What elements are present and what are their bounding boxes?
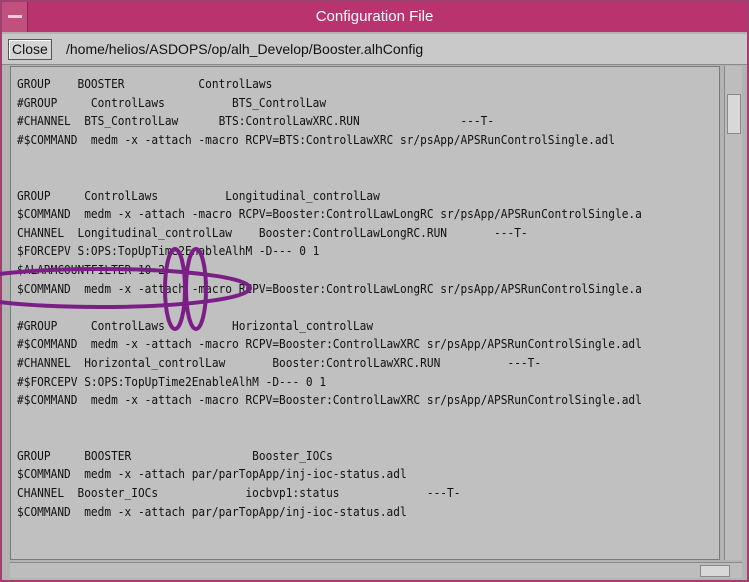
file-line: #GROUP ControlLaws Horizontal_controlLaw (17, 318, 374, 333)
file-line: $COMMAND medm -x -attach -macro RCPV=Boo… (17, 281, 642, 296)
horizontal-scroll-thumb[interactable] (700, 565, 730, 577)
file-line: #GROUP ControlLaws BTS_ControlLaw (17, 95, 327, 110)
file-line (17, 412, 24, 426)
file-line: CHANNEL Booster_IOCs iocbvp1:status ---T… (17, 486, 461, 501)
file-line: #$COMMAND medm -x -attach -macro RCPV=Bo… (17, 393, 642, 408)
file-line: #$FORCEPV S:OPS:TopUpTime2EnableAlhM -D-… (17, 374, 327, 389)
file-line: GROUP BOOSTER ControlLaws (17, 77, 273, 91)
file-path-label: /home/helios/ASDOPS/op/alh_Develop/Boost… (66, 41, 424, 57)
title-bar[interactable]: Configuration File (2, 2, 747, 32)
file-line: $FORCEPV S:OPS:TopUpTime2EnableAlhM -D--… (17, 244, 320, 259)
file-line: #$COMMAND medm -x -attach -macro RCPV=BT… (17, 132, 615, 147)
close-button[interactable]: Close (8, 39, 52, 60)
file-line: $COMMAND medm -x -attach par/parTopApp/i… (17, 504, 407, 519)
file-content: GROUP BOOSTER ControlLaws #GROUP Control… (17, 75, 642, 521)
file-line: #CHANNEL BTS_ControlLaw BTS:ControlLawXR… (17, 114, 495, 129)
window-title: Configuration File (315, 8, 434, 25)
horizontal-scrollbar[interactable] (10, 562, 742, 578)
window-menu-button[interactable] (2, 2, 28, 32)
toolbar: Close /home/helios/ASDOPS/op/alh_Develop… (2, 34, 747, 65)
file-line: CHANNEL Longitudinal_controlLaw Booster:… (17, 225, 528, 240)
file-line: GROUP BOOSTER Booster_IOCs (17, 448, 333, 463)
file-line (17, 430, 24, 444)
file-text-area[interactable]: GROUP BOOSTER ControlLaws #GROUP Control… (10, 66, 720, 560)
file-line (17, 170, 24, 184)
file-line (17, 300, 24, 314)
vertical-scrollbar[interactable] (724, 66, 742, 560)
file-line (17, 151, 24, 165)
vertical-scroll-thumb[interactable] (727, 94, 741, 134)
file-line: $COMMAND medm -x -attach par/parTopApp/i… (17, 467, 407, 482)
window-menu-icon (8, 15, 22, 18)
file-line: $ALARMCOUNTFILTER 10 2 (17, 262, 165, 277)
file-line: #$COMMAND medm -x -attach -macro RCPV=Bo… (17, 337, 642, 352)
file-line: $COMMAND medm -x -attach -macro RCPV=Boo… (17, 207, 642, 222)
file-line: GROUP ControlLaws Longitudinal_controlLa… (17, 188, 380, 203)
file-line: #CHANNEL Horizontal_controlLaw Booster:C… (17, 355, 542, 370)
